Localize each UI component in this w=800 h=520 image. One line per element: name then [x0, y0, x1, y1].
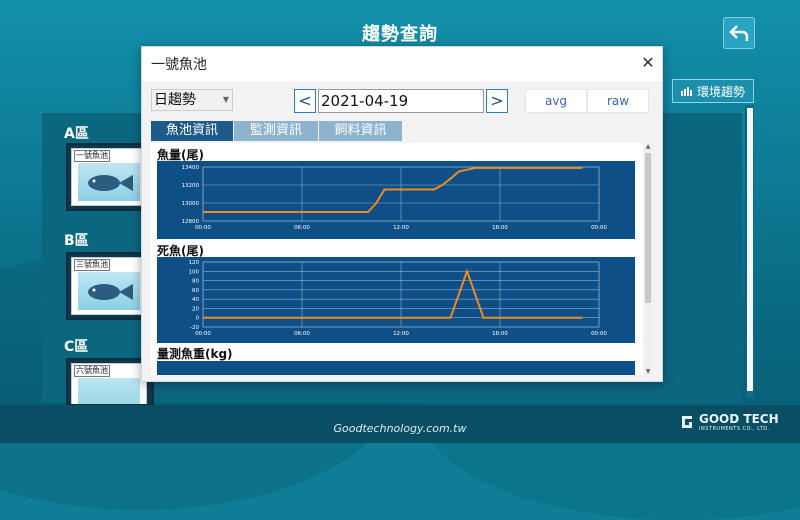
close-icon[interactable]: ✕: [638, 53, 658, 73]
brand-subtitle: INSTRUMENTS CO., LTD.: [699, 426, 770, 432]
y-tick-label: 13400: [182, 165, 200, 171]
previous-date-button[interactable]: <: [294, 89, 316, 113]
y-tick-label: 13200: [182, 183, 200, 189]
environment-trend-button[interactable]: 環境趨勢: [672, 79, 754, 103]
x-tick-label: 00:00: [195, 331, 211, 337]
fish-count-chart: 1280013000132001340000:00 06:00 12:00 18:00…: [157, 161, 635, 239]
dead-fish-chart: -2002040608010012000:00 06:00 12:00 18:00 00…: [157, 257, 635, 343]
pond-trend-dialog: 一號魚池 ✕ 日趨勢 ▼ < 2021-04-19 > avg raw 魚池資訊…: [141, 46, 663, 382]
scroll-down-icon[interactable]: ▼: [644, 368, 652, 375]
pond-thumbnail: 一號魚池: [71, 148, 147, 206]
x-tick-label: 00:00: [591, 331, 607, 337]
x-tick-label: 00:00: [195, 225, 211, 231]
x-tick-label: 18:00: [492, 331, 508, 337]
dialog-body: 日趨勢 ▼ < 2021-04-19 > avg raw 魚池資訊 監測資訊 飼…: [142, 81, 662, 381]
pond-name: 三號魚池: [74, 259, 110, 271]
tab-pond-info[interactable]: 魚池資訊: [151, 121, 233, 141]
x-tick-label: 18:00: [492, 225, 508, 231]
period-select-value: 日趨勢: [154, 92, 196, 108]
y-tick-label: 80: [192, 279, 199, 285]
brand-logo: GOOD TECH INSTRUMENTS CO., LTD.: [680, 412, 779, 432]
fish-icon: [78, 163, 140, 201]
bar-chart-icon: [680, 87, 692, 96]
chart-background: [157, 361, 635, 375]
pond-name: 一號魚池: [74, 150, 110, 162]
fish-icon: [78, 378, 140, 404]
back-button[interactable]: [723, 17, 755, 49]
y-tick-label: 40: [192, 297, 199, 303]
pond-name: 六號魚池: [74, 365, 110, 377]
y-tick-label: 60: [192, 288, 199, 294]
scrollbar-thumb[interactable]: [645, 153, 651, 303]
dialog-scrollbar[interactable]: ▲ ▼: [644, 143, 652, 375]
chevron-down-icon: ▼: [222, 95, 229, 104]
page-title: 趨勢查詢: [362, 24, 438, 45]
x-tick-label: 00:00: [591, 225, 607, 231]
scrollbar-thumb[interactable]: [747, 108, 753, 391]
brand-icon: [682, 416, 692, 428]
y-tick-label: 20: [192, 306, 199, 312]
page-scrollbar[interactable]: [745, 105, 754, 398]
x-tick-label: 06:00: [294, 225, 310, 231]
pond-thumbnail: 三號魚池: [71, 257, 147, 315]
chart-list: 魚量(尾) 12800 13000 13200 13400 00:00 06:00 12:0…: [151, 143, 643, 375]
period-select[interactable]: 日趨勢 ▼: [151, 89, 233, 111]
x-tick-label: 12:00: [393, 225, 409, 231]
avg-mode-button[interactable]: avg: [525, 89, 587, 113]
environment-trend-label: 環境趨勢: [696, 84, 745, 99]
fish-weight-chart: [157, 361, 635, 375]
x-tick-label: 06:00: [294, 331, 310, 337]
y-tick-label: 120: [189, 260, 200, 266]
y-tick-label: 100: [189, 269, 200, 275]
tab-feed-info[interactable]: 飼料資訊: [319, 121, 402, 141]
date-field[interactable]: 2021-04-19: [318, 89, 484, 113]
x-tick-label: 12:00: [393, 331, 409, 337]
fish-icon: [78, 272, 140, 310]
back-arrow-icon: [729, 25, 749, 41]
dialog-title: 一號魚池: [151, 57, 207, 73]
y-tick-label: 0: [196, 316, 200, 322]
raw-mode-button[interactable]: raw: [587, 89, 649, 113]
brand-name: GOOD TECH: [699, 412, 779, 426]
tab-monitoring-info[interactable]: 監測資訊: [234, 121, 318, 141]
y-tick-label: 13000: [182, 201, 200, 207]
pond-thumbnail: 六號魚池: [71, 363, 147, 404]
scroll-up-icon[interactable]: ▲: [644, 143, 652, 150]
chart-title: 量測魚重(kg): [157, 347, 233, 361]
next-date-button[interactable]: >: [486, 89, 508, 113]
